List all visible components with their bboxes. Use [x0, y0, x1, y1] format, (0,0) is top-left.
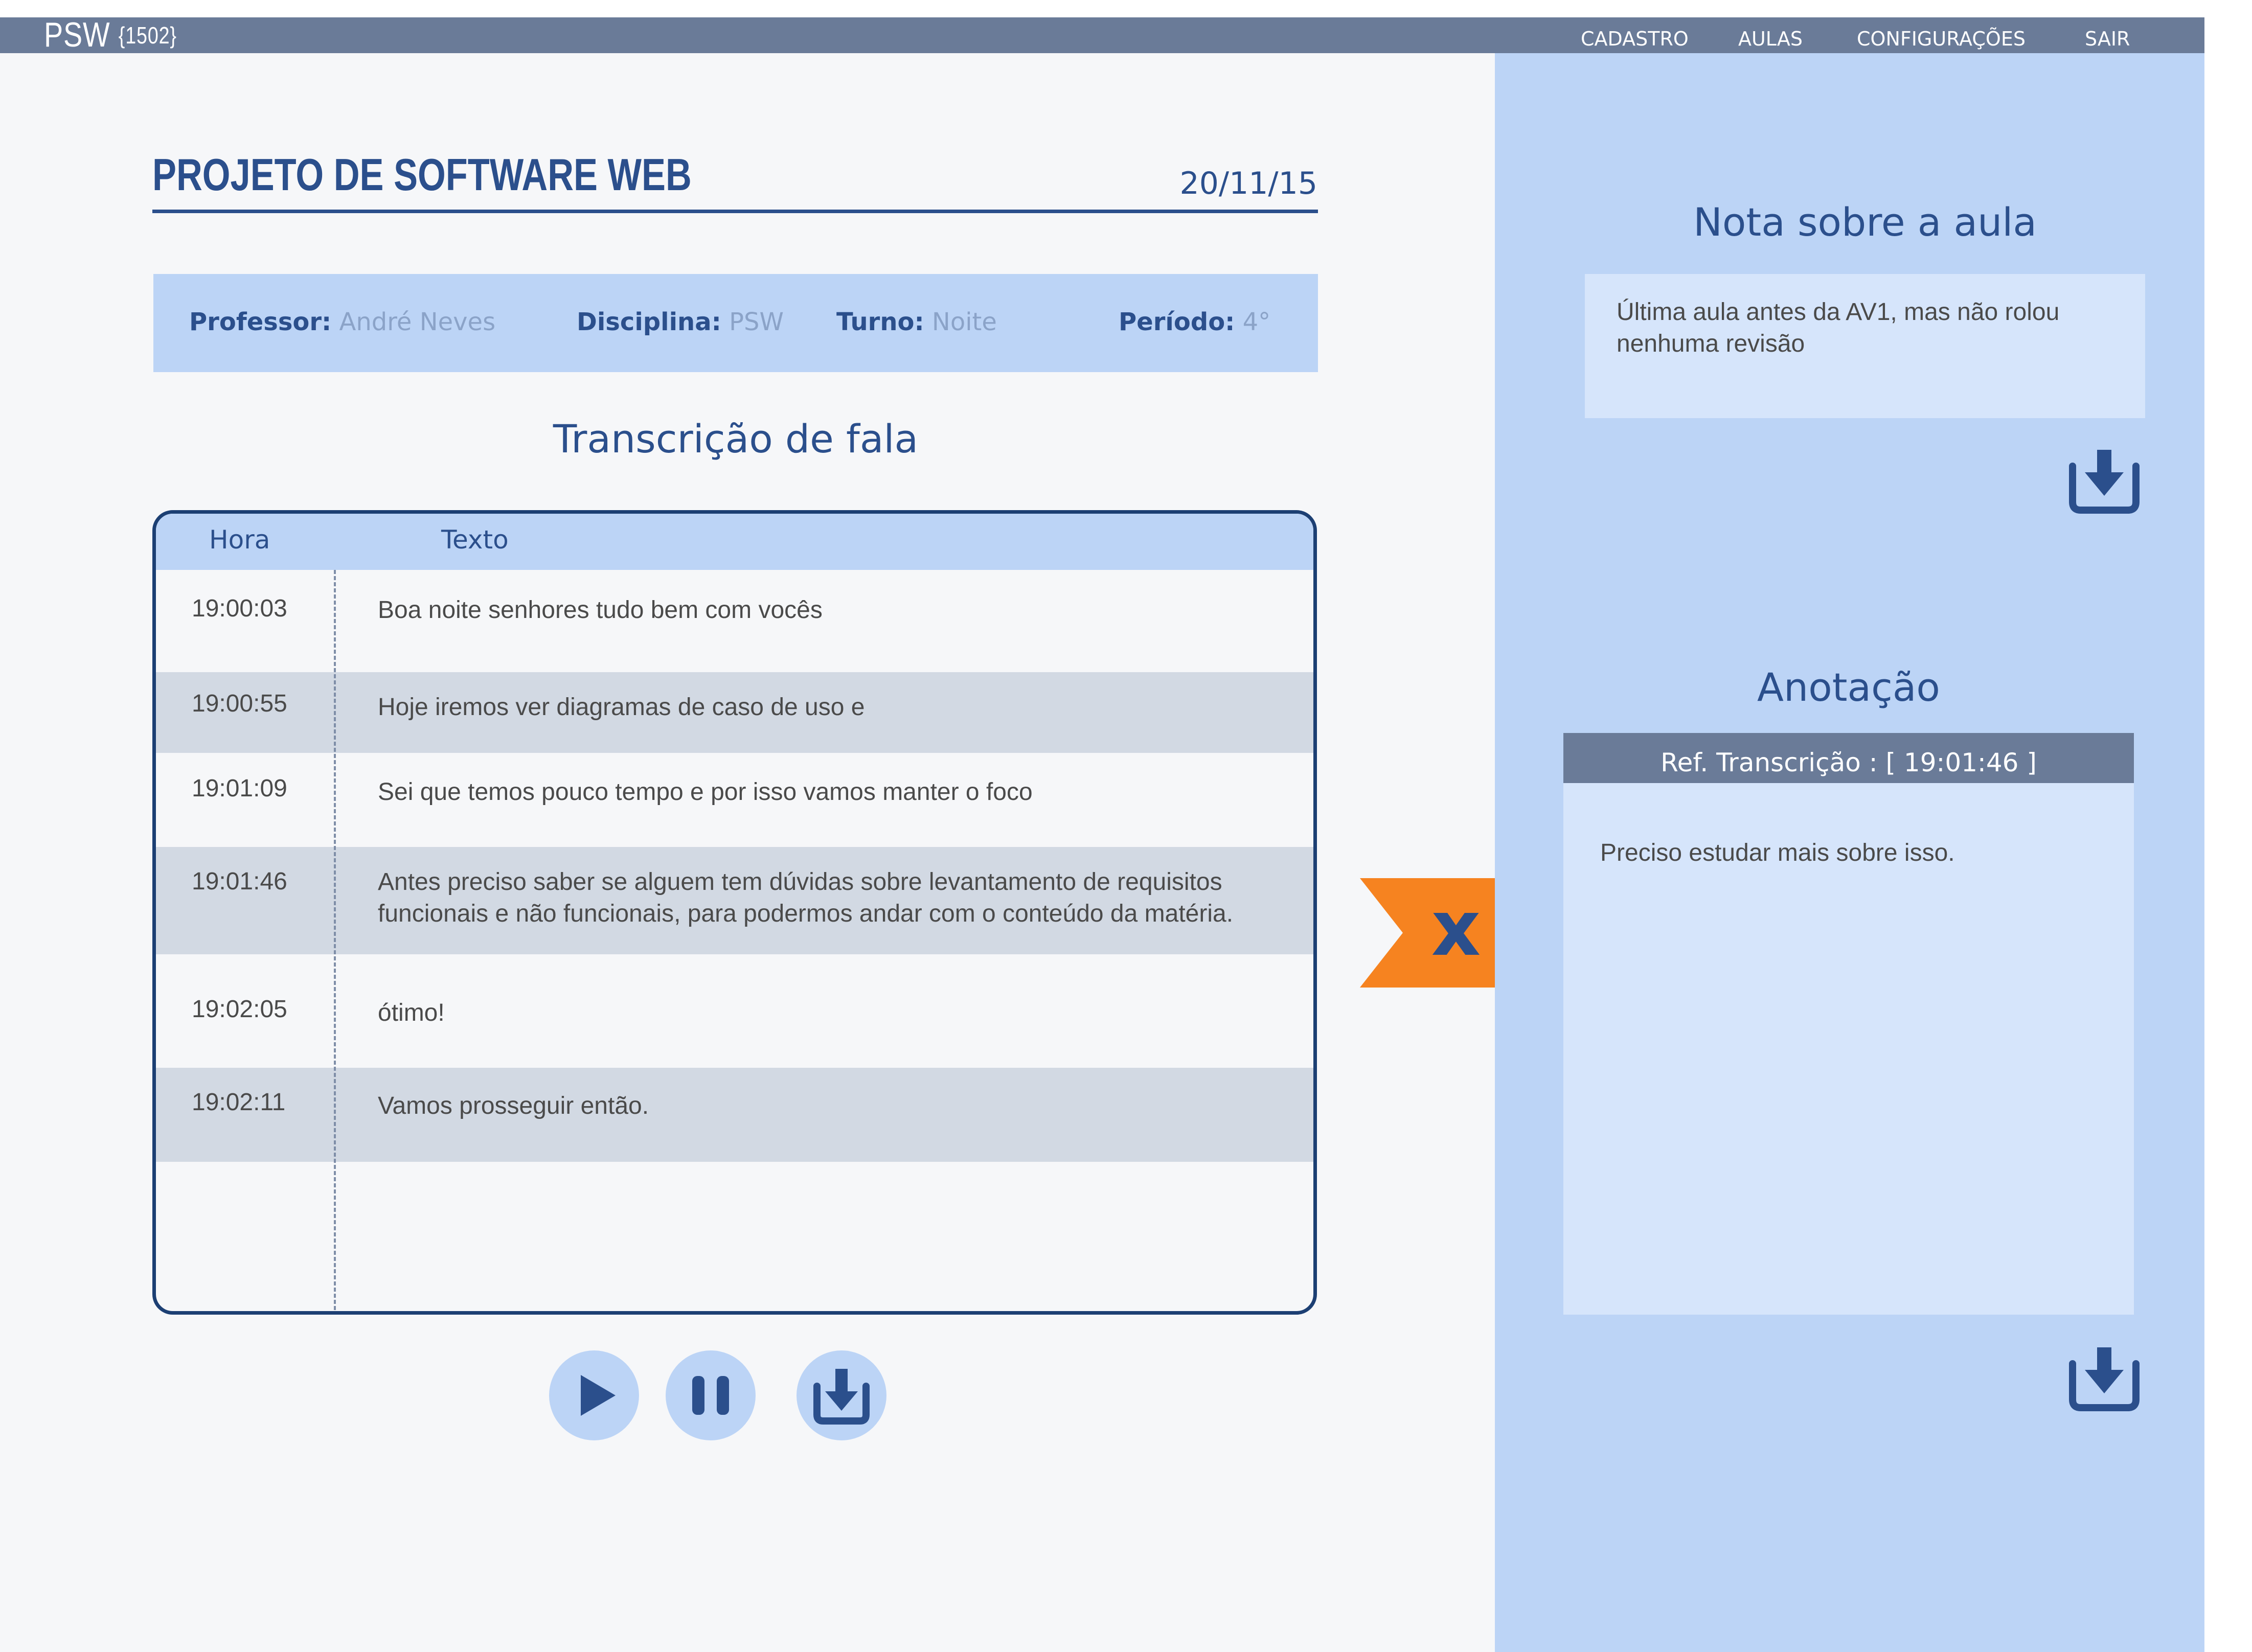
nav-item-configuracoes[interactable]: CONFIGURAÇÕES	[1857, 17, 2026, 53]
professor-label: Professor:	[189, 308, 332, 336]
row-text: Antes preciso saber se alguem tem dúvida…	[378, 868, 1234, 927]
info-professor: Professor: André Neves	[189, 307, 495, 337]
table-row[interactable]: 19:00:03 Boa noite senhores tudo bem com…	[156, 570, 1313, 672]
row-time: 19:02:11	[192, 1089, 286, 1116]
row-time: 19:02:05	[192, 996, 287, 1023]
nav-item-sair[interactable]: SAIR	[2085, 17, 2130, 53]
info-disciplina: Disciplina: PSW	[577, 307, 784, 337]
logo-text: PSW	[44, 15, 110, 54]
app-logo[interactable]: PSW {1502}	[44, 14, 177, 56]
note-title: Nota sobre a aula	[1693, 199, 2037, 245]
turno-label: Turno:	[836, 308, 924, 336]
table-row[interactable]: 19:02:05 ótimo!	[156, 954, 1313, 1068]
row-text: Sei que temos pouco tempo e por isso vam…	[378, 778, 1033, 806]
row-text: Hoje iremos ver diagramas de caso de uso…	[378, 694, 865, 721]
transcription-table: Hora Texto 19:00:03 Boa noite senhores t…	[152, 510, 1317, 1315]
save-annotation-button[interactable]	[2067, 1345, 2141, 1413]
annotation-title: Anotação	[1757, 664, 1940, 710]
table-row[interactable]: 19:00:55 Hoje iremos ver diagramas de ca…	[156, 672, 1313, 753]
pause-icon	[692, 1376, 729, 1415]
lesson-info-bar: Professor: André Neves Disciplina: PSW T…	[153, 274, 1318, 372]
table-row[interactable]: 19:01:46 Antes preciso saber se alguem t…	[156, 847, 1313, 954]
nav-item-cadastro[interactable]: CADASTRO	[1581, 17, 1689, 53]
download-icon	[813, 1369, 870, 1425]
row-time: 19:01:46	[192, 868, 287, 895]
column-header-hora: Hora	[209, 525, 270, 555]
nav-item-aulas[interactable]: AULAS	[1738, 17, 1803, 53]
close-icon: x	[1431, 884, 1481, 973]
table-row[interactable]: 19:02:11 Vamos prosseguir então.	[156, 1068, 1313, 1162]
disciplina-value: PSW	[729, 308, 784, 336]
save-note-button[interactable]	[2067, 448, 2141, 515]
download-transcription-button[interactable]	[797, 1350, 886, 1440]
title-divider	[152, 210, 1318, 213]
disciplina-label: Disciplina:	[577, 308, 721, 336]
lesson-note-text: Última aula antes da AV1, mas não rolou …	[1617, 299, 2060, 357]
top-nav-bar: PSW {1502} CADASTRO AULAS CONFIGURAÇÕES …	[0, 14, 2204, 56]
table-row[interactable]: 19:01:09 Sei que temos pouco tempo e por…	[156, 753, 1313, 847]
professor-value: André Neves	[339, 308, 496, 336]
transcription-title: Transcrição de fala	[553, 416, 919, 462]
row-time: 19:00:03	[192, 595, 287, 622]
page-title: PROJETO DE SOFTWARE WEB	[152, 149, 692, 200]
row-time: 19:00:55	[192, 690, 287, 717]
lesson-note-box[interactable]: Última aula antes da AV1, mas não rolou …	[1585, 274, 2145, 418]
info-turno: Turno: Noite	[836, 307, 997, 337]
play-button[interactable]	[549, 1350, 639, 1440]
column-divider	[334, 570, 336, 1311]
lesson-date: 20/11/15	[1179, 166, 1317, 201]
row-text: Boa noite senhores tudo bem com vocês	[378, 596, 823, 624]
play-icon	[581, 1375, 616, 1416]
turno-value: Noite	[931, 308, 997, 336]
column-header-texto: Texto	[441, 525, 509, 555]
periodo-label: Período:	[1119, 308, 1235, 336]
periodo-value: 4°	[1242, 308, 1271, 336]
row-text: Vamos prosseguir então.	[378, 1092, 649, 1119]
annotation-textarea[interactable]: Preciso estudar mais sobre isso.	[1563, 783, 2134, 1315]
table-header: Hora Texto	[156, 514, 1313, 570]
row-text: ótimo!	[378, 999, 445, 1026]
annotation-reference: Ref. Transcrição : [ 19:01:46 ]	[1563, 733, 2134, 783]
logo-badge: {1502}	[118, 22, 177, 49]
pause-button[interactable]	[666, 1350, 756, 1440]
annotation-text: Preciso estudar mais sobre isso.	[1600, 839, 1955, 866]
info-periodo: Período: 4°	[1119, 307, 1270, 337]
row-time: 19:01:09	[192, 775, 287, 802]
